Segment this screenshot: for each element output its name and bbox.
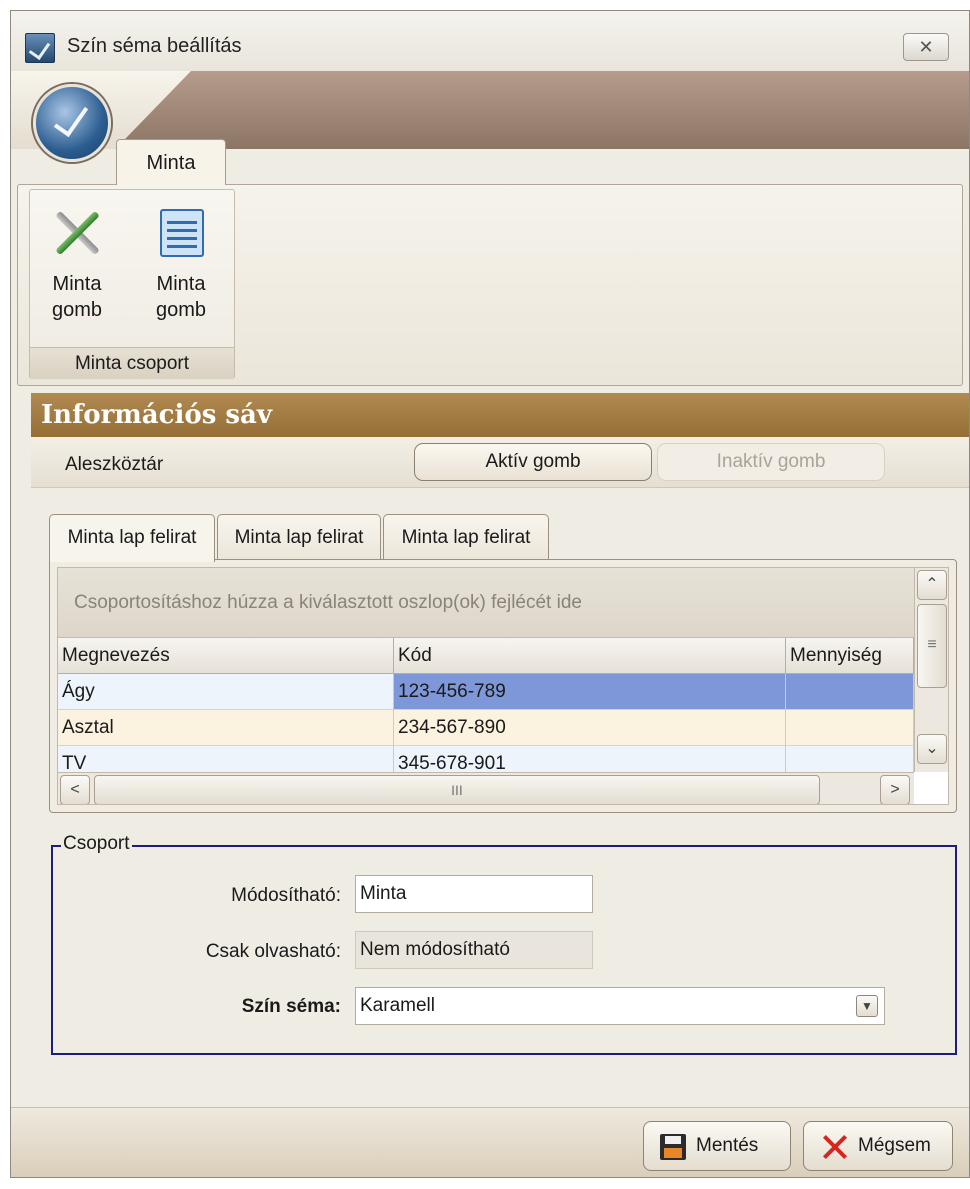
scroll-up-button[interactable]: ⌃ — [917, 570, 947, 600]
info-bar-title: Információs sáv — [31, 393, 969, 437]
window-title: Szín séma beállítás — [67, 35, 242, 57]
active-button[interactable]: Aktív gomb — [414, 443, 652, 481]
horizontal-scrollbar[interactable]: < III > — [58, 772, 914, 804]
cell-code[interactable]: 234-567-890 — [394, 710, 786, 746]
save-button-label: Mentés — [696, 1135, 759, 1156]
group-box-legend: Csoport — [61, 833, 132, 855]
cell-code-selected[interactable]: 123-456-789 — [394, 674, 786, 710]
tools-icon — [52, 205, 102, 261]
editable-field-label: Módosítható: — [231, 885, 341, 906]
document-list-icon — [156, 205, 206, 261]
ribbon-button-label: Minta gomb — [155, 273, 207, 321]
table-row[interactable]: Ágy 123-456-789 — [58, 674, 914, 710]
cell-name[interactable]: Asztal — [58, 710, 394, 746]
sub-toolbar-label: Aleszköztár — [65, 454, 164, 475]
vertical-scrollbar[interactable]: ⌃ ≡ ⌄ — [914, 568, 948, 772]
editable-field[interactable]: Minta — [355, 875, 593, 913]
column-header-code[interactable]: Kód — [394, 638, 786, 674]
color-scheme-select[interactable]: Karamell ▼ — [355, 987, 885, 1025]
group-by-drop-area[interactable]: Csoportosításhoz húzza a kiválasztott os… — [58, 568, 914, 638]
data-grid[interactable]: Csoportosításhoz húzza a kiválasztott os… — [57, 567, 949, 805]
horizontal-scroll-thumb[interactable]: III — [94, 775, 820, 804]
title-bar: Szín séma beállítás ✕ — [11, 11, 969, 72]
color-scheme-value: Karamell — [360, 995, 435, 1016]
cancel-button[interactable]: Mégsem — [803, 1121, 953, 1171]
column-header-quantity[interactable]: Mennyiség — [786, 638, 914, 674]
tab-2[interactable]: Minta lap felirat — [217, 514, 381, 560]
ribbon-tab-minta[interactable]: Minta — [116, 139, 226, 185]
readonly-field-label: Csak olvasható: — [205, 941, 341, 962]
tab-3[interactable]: Minta lap felirat — [383, 514, 549, 560]
scroll-down-button[interactable]: ⌄ — [917, 734, 947, 764]
cell-quantity[interactable] — [786, 710, 914, 746]
scroll-left-button[interactable]: < — [60, 775, 90, 804]
application-menu-button[interactable] — [33, 84, 111, 162]
save-button[interactable]: Mentés — [643, 1121, 791, 1171]
floppy-disk-icon — [660, 1134, 686, 1160]
cell-name[interactable]: Ágy — [58, 674, 394, 710]
dialog-window: Szín séma beállítás ✕ Minta Minta gomb M… — [10, 10, 970, 1178]
scroll-right-button[interactable]: > — [880, 775, 910, 804]
close-button[interactable]: ✕ — [903, 33, 949, 61]
inactive-button: Inaktív gomb — [657, 443, 885, 481]
color-scheme-label: Szín séma: — [241, 996, 341, 1017]
tab-1[interactable]: Minta lap felirat — [49, 514, 215, 562]
cancel-button-label: Mégsem — [858, 1135, 931, 1156]
column-header-name[interactable]: Megnevezés — [58, 638, 394, 674]
ribbon-button-label: Minta gomb — [51, 273, 103, 321]
app-logo-icon — [25, 33, 55, 63]
sub-toolbar: Aleszköztár Aktív gomb Inaktív gomb — [31, 437, 969, 488]
ribbon-group-label: Minta csoport — [30, 347, 234, 379]
ribbon-button-tools[interactable]: Minta gomb — [37, 205, 117, 323]
table-row[interactable]: Asztal 234-567-890 — [58, 710, 914, 746]
cell-quantity[interactable] — [786, 674, 914, 710]
vertical-scroll-thumb[interactable]: ≡ — [917, 604, 947, 688]
chevron-down-icon[interactable]: ▼ — [856, 995, 878, 1017]
ribbon-button-document[interactable]: Minta gomb — [141, 205, 221, 323]
grid-header-row: Megnevezés Kód Mennyiség — [58, 638, 914, 674]
readonly-field: Nem módosítható — [355, 931, 593, 969]
close-x-icon — [822, 1134, 848, 1160]
